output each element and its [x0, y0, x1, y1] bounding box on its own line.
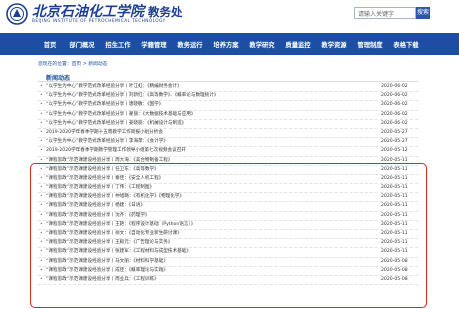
news-row[interactable]: • “以学生为中心”教学范式改革经验分享丨翟丽：《大数据技术基础与应用》 2020-… — [38, 111, 418, 120]
bullet-icon: • — [40, 139, 43, 145]
bullet-icon: • — [40, 111, 43, 117]
nav-item[interactable]: 招生工作 — [100, 40, 136, 49]
bullet-icon: • — [40, 120, 43, 126]
search-button-label: 搜索 — [416, 9, 429, 16]
news-title-link[interactable]: “以学生为中心”教学范式改革经验分享丨翟丽：《大数据技术基础与应用》 — [46, 111, 195, 119]
main-nav: 首页 部门概况 招生工作 学籍管理 教务运行 培养方案 教学研究 质量监控 教学资源 管理制度 表格… — [0, 33, 459, 55]
nav-item[interactable]: 教务运行 — [172, 40, 208, 49]
nav-item[interactable]: 教学研究 — [244, 40, 280, 49]
news-date: 2020-06-02 — [381, 93, 408, 99]
highlight-annotation-box — [30, 163, 427, 308]
news-title-link[interactable]: 2019-2020学年春季学期教学管理工作领导小组第七次视频会议召开 — [46, 147, 186, 155]
news-title-link[interactable]: “以学生为中心”教学范式改革经验分享丨李海萍：《会计学》 — [46, 138, 168, 146]
nav-item[interactable]: 部门概况 — [64, 40, 100, 49]
news-row[interactable]: • “以学生为中心”教学范式改革经验分享丨姜晓丽：《机械设计与制造》 2020-06… — [38, 120, 418, 129]
nav-item[interactable]: 学籍管理 — [136, 40, 172, 49]
news-title-link[interactable]: “以学生为中心”教学范式改革经验分享丨叶江虹：《精编财务会计》 — [46, 83, 182, 91]
news-date: 2020-06-02 — [381, 84, 408, 89]
news-date: 2020-06-02 — [381, 120, 408, 126]
department-title: 教务处 — [148, 5, 183, 19]
bullet-icon: • — [40, 129, 43, 135]
news-date: 2020-06-02 — [381, 102, 408, 108]
bullet-icon: • — [40, 84, 43, 89]
university-name-cn[interactable]: 北京石油化工学院 — [32, 1, 144, 21]
university-seal-icon — [6, 3, 28, 25]
nav-item[interactable]: 培养方案 — [208, 40, 244, 49]
university-name-en: BEIJING INSTITUTE OF PETROCHEMICAL TECHN… — [32, 19, 166, 24]
news-title-link[interactable]: 2019-2020学年春季学期十五周教学工作简报小组分析会 — [46, 129, 163, 137]
news-row[interactable]: • “以学生为中心”教学范式改革经验分享丨李海萍：《会计学》 2020-05-27 — [38, 138, 418, 148]
search-button[interactable]: 搜索 — [416, 7, 430, 19]
bullet-icon: • — [40, 148, 43, 154]
news-date: 2020-05-27 — [381, 139, 408, 145]
nav-item[interactable]: 管理制度 — [352, 40, 388, 49]
nav-item[interactable]: 表格下载 — [388, 40, 424, 49]
nav-item[interactable]: 质量监控 — [280, 40, 316, 49]
news-date: 2020-06-02 — [381, 111, 408, 117]
news-title-link[interactable]: “以学生为中心”教学范式改革经验分享丨唐晓敏：《国学》 — [46, 101, 163, 109]
news-row[interactable]: • “以学生为中心”教学范式改革经验分享丨叶江虹：《精编财务会计》 2020-06-… — [38, 83, 418, 93]
nav-item[interactable]: 首页 — [36, 40, 64, 49]
news-row[interactable]: • 2019-2020学年春季学期教学管理工作领导小组第七次视频会议召开 2020-… — [38, 147, 418, 157]
news-row[interactable]: • “以学生为中心”教学范式改革经验分享丨唐晓敏：《国学》 2020-06-02 — [38, 101, 418, 111]
bullet-icon: • — [40, 102, 43, 108]
bullet-icon: • — [40, 93, 43, 99]
site-header: 北京石油化工学院 BEIJING INSTITUTE OF PETROCHEMI… — [0, 0, 459, 30]
news-title-link[interactable]: “以学生为中心”教学范式改革经验分享丨姜晓丽：《机械设计与制造》 — [46, 120, 186, 128]
news-date: 2020-05-12 — [381, 148, 408, 154]
news-row[interactable]: • 2019-2020学年春季学期十五周教学工作简报小组分析会 2020-05-27 — [38, 129, 418, 139]
breadcrumb[interactable]: 您现在的位置：首页 > 新闻动态 — [38, 60, 107, 67]
news-date: 2020-05-27 — [381, 129, 408, 135]
title-divider — [38, 81, 418, 82]
news-title-link[interactable]: “以学生为中心”教学范式改革经验分享丨刘新红：《高等数学》、《概率论与数理统计》 — [46, 92, 218, 100]
nav-item[interactable]: 教学资源 — [316, 40, 352, 49]
search-input[interactable]: 请输入关键字 — [354, 7, 416, 19]
news-row[interactable]: • “以学生为中心”教学范式改革经验分享丨刘新红：《高等数学》、《概率论与数理统计… — [38, 92, 418, 102]
